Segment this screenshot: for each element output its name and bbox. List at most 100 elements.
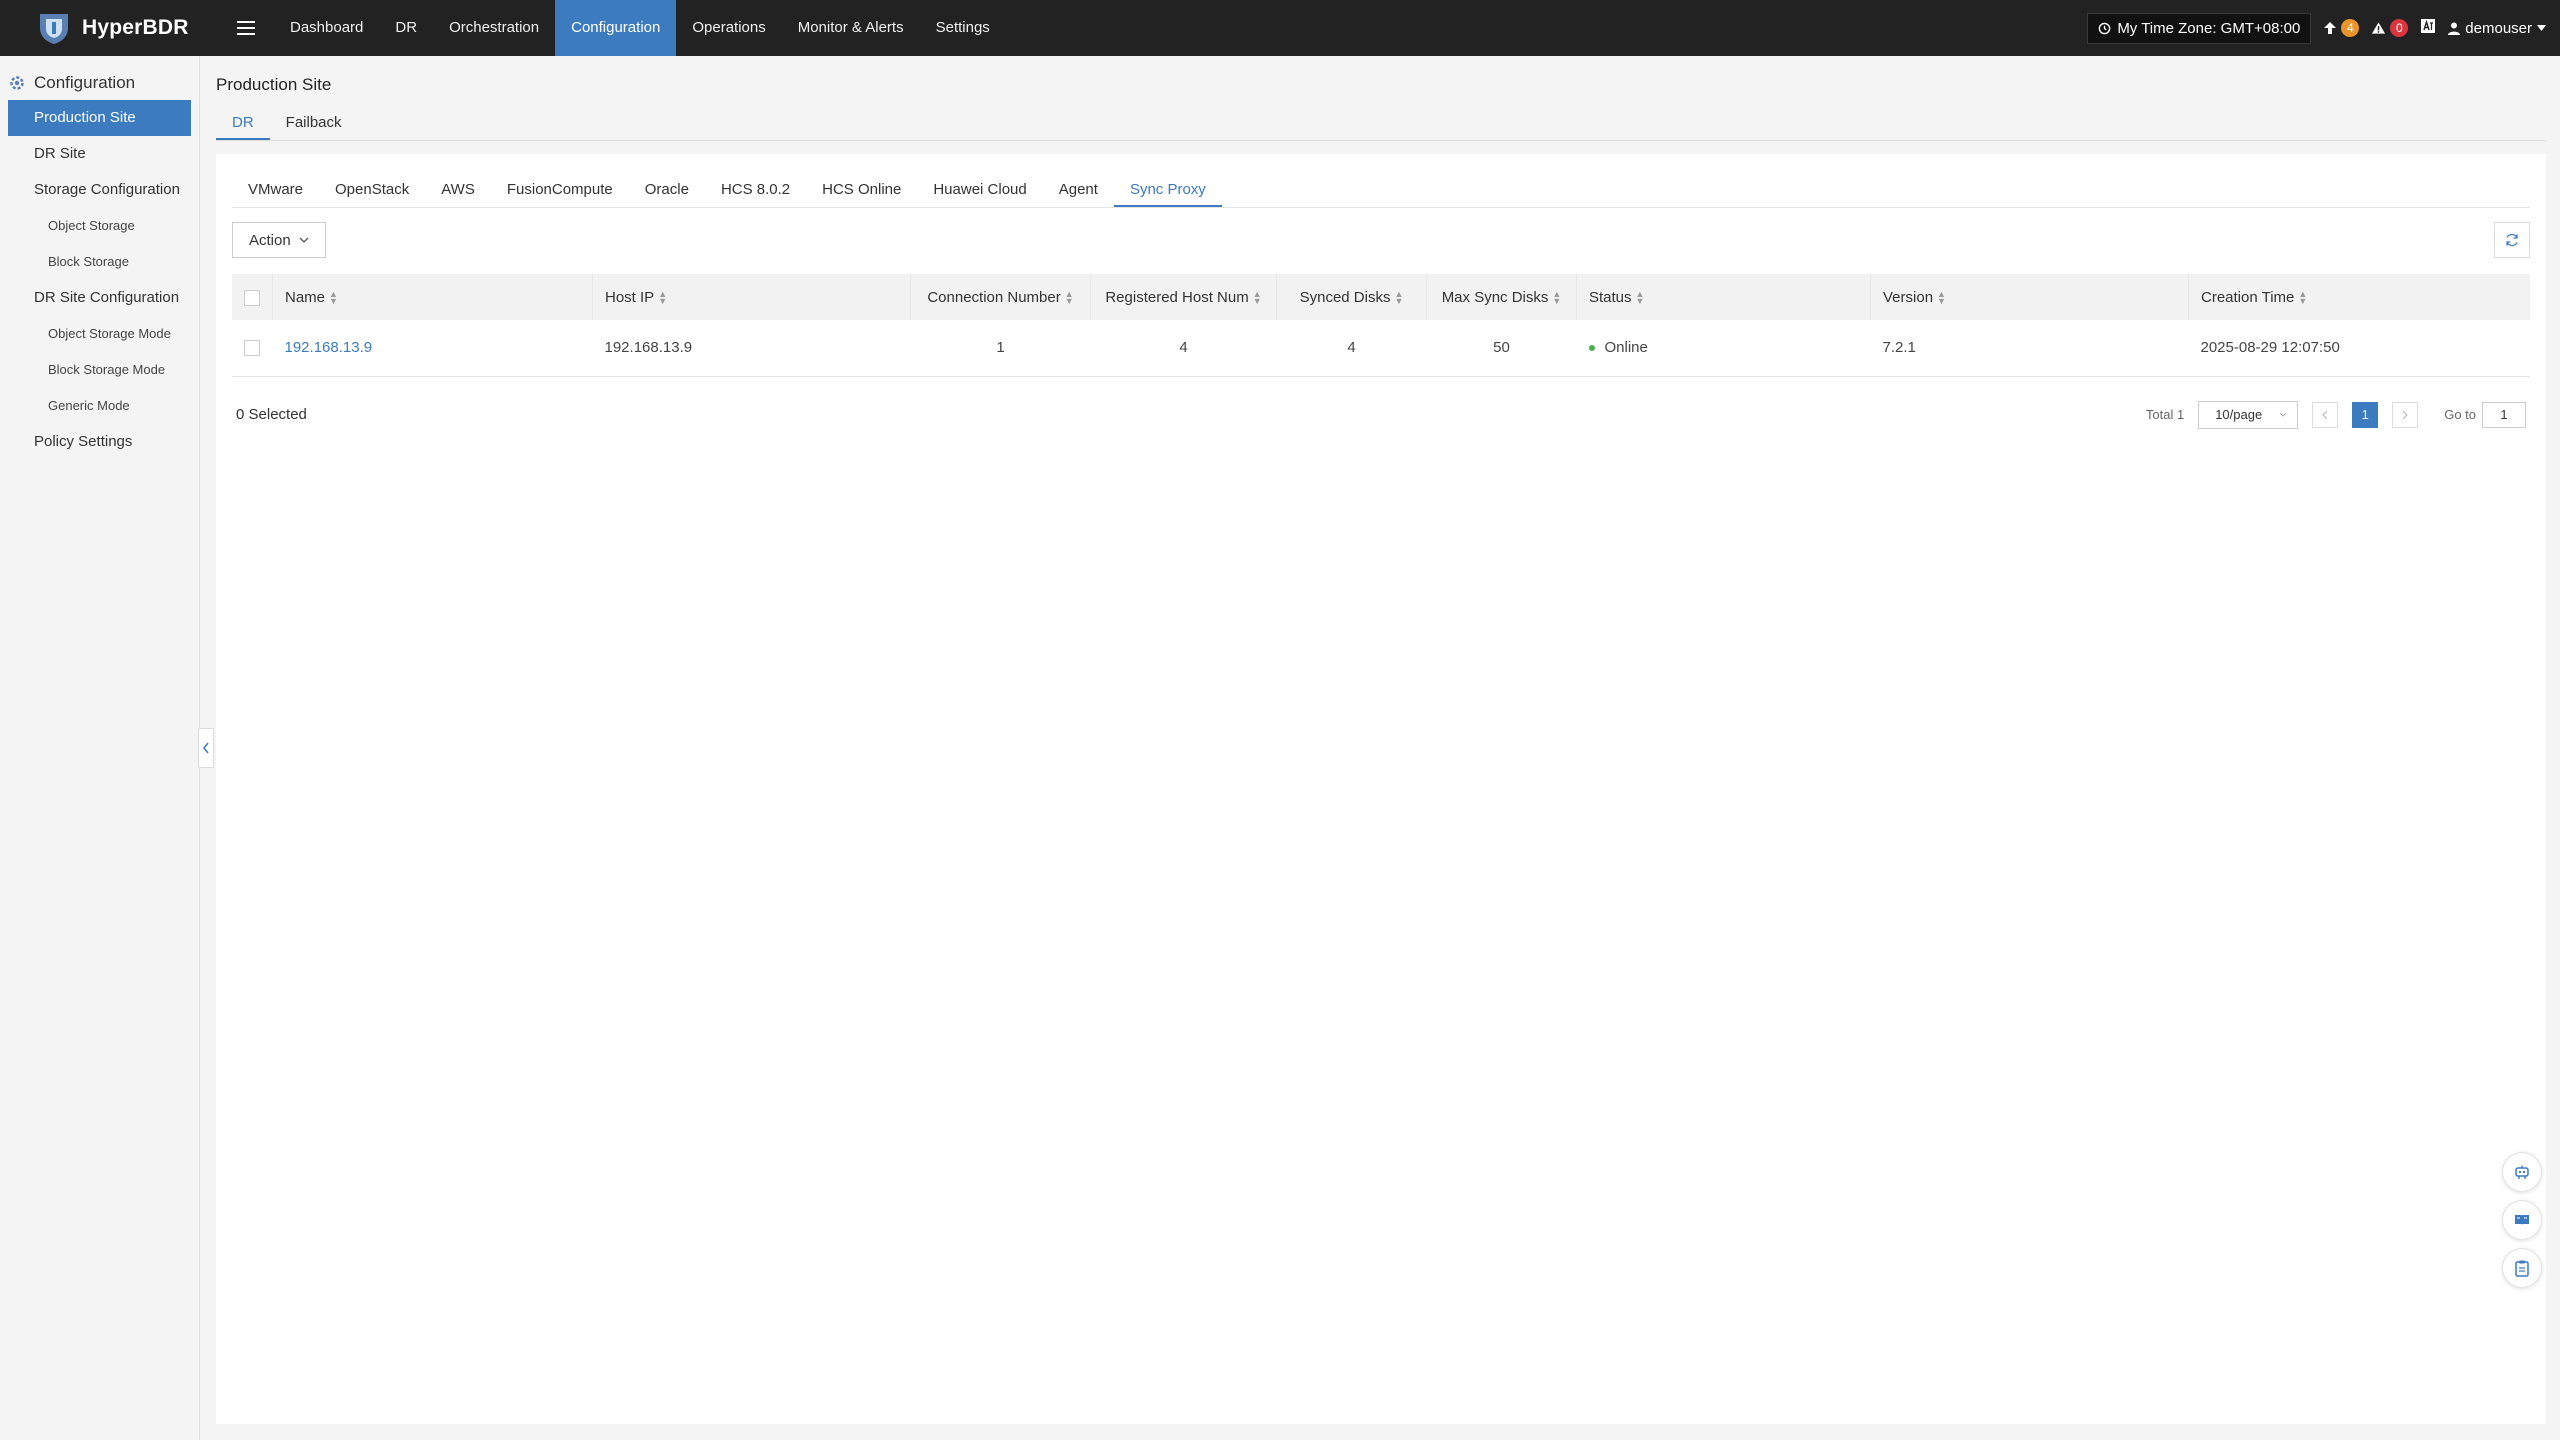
select-all-checkbox[interactable] (244, 289, 260, 306)
alert-count-badge: 0 (2390, 19, 2409, 37)
sidebar-item-object-storage[interactable]: Object Storage (8, 208, 191, 244)
sort-icon: ▲ ▼ (1937, 288, 1946, 306)
tab-hcs-online[interactable]: HCS Online (806, 181, 917, 207)
nav-monitor-alerts[interactable]: Monitor & Alerts (782, 0, 920, 56)
tab-fusioncompute[interactable]: FusionCompute (491, 181, 629, 207)
sidebar-item-generic-mode[interactable]: Generic Mode (8, 388, 191, 424)
sidebar-header: Configuration (0, 56, 199, 100)
tab-failback[interactable]: Failback (270, 111, 358, 140)
assistant-button[interactable] (2502, 1152, 2542, 1192)
sidebar-item-policy-settings[interactable]: Policy Settings (8, 424, 191, 460)
nav-dashboard[interactable]: Dashboard (274, 0, 379, 56)
nav-orchestration[interactable]: Orchestration (433, 0, 555, 56)
upload-tasks-button[interactable]: 4 (2323, 19, 2360, 37)
timezone-display[interactable]: My Time Zone: GMT+08:00 (2087, 12, 2312, 44)
timezone-label: My Time Zone: GMT+08:00 (2117, 19, 2301, 37)
arrow-up-icon (2324, 22, 2337, 34)
total-count: Total 1 (2145, 407, 2185, 422)
sort-icon: ▲ ▼ (1394, 288, 1404, 306)
column-max-sync-disks[interactable]: Max Sync Disks ▲ ▼ (1426, 274, 1577, 320)
alerts-button[interactable]: 0 (2371, 19, 2409, 37)
clipboard-button[interactable] (2502, 1248, 2542, 1288)
chevron-left-icon (2322, 410, 2328, 419)
caret-down-icon (2537, 25, 2546, 31)
cell-status: Online (1576, 320, 1871, 377)
sidebar-item-block-storage[interactable]: Block Storage (8, 244, 191, 280)
user-menu[interactable]: demouser (2448, 20, 2546, 37)
action-dropdown-button[interactable]: Action (232, 222, 326, 258)
action-label: Action (249, 231, 291, 249)
column-synced-disks[interactable]: Synced Disks ▲ ▼ (1276, 274, 1427, 320)
language-button[interactable] (2420, 18, 2436, 38)
nav-dr[interactable]: DR (379, 0, 433, 56)
sidebar-item-dr-site-configuration[interactable]: DR Site Configuration (8, 280, 191, 316)
column-creation-time[interactable]: Creation Time ▲ ▼ (2189, 274, 2531, 320)
page-title: Production Site (216, 75, 332, 94)
tab-oracle[interactable]: Oracle (629, 181, 705, 207)
prev-page-button[interactable] (2312, 401, 2339, 428)
next-page-button[interactable] (2392, 401, 2419, 428)
cell-max-sync-disks: 50 (1426, 320, 1577, 377)
sort-icon: ▲ ▼ (2298, 288, 2308, 306)
select-all-cell (232, 274, 273, 320)
column-version[interactable]: Version ▲ ▼ (1870, 274, 2189, 320)
nav-operations[interactable]: Operations (676, 0, 781, 56)
sort-icon: ▲ ▼ (658, 288, 668, 306)
tab-agent[interactable]: Agent (1043, 181, 1114, 207)
sort-icon: ▲ ▼ (1635, 288, 1645, 306)
column-name[interactable]: Name ▲ ▼ (272, 274, 593, 320)
chevron-down-icon (299, 237, 309, 243)
app-logo[interactable]: HyperBDR (0, 0, 200, 56)
manual-button[interactable] (2502, 1200, 2542, 1240)
status-dot-icon (1588, 345, 1595, 352)
tab-openstack[interactable]: OpenStack (319, 181, 425, 207)
nav-configuration[interactable]: Configuration (555, 0, 677, 56)
sort-icon: ▲ ▼ (1064, 288, 1074, 306)
page-size-select[interactable]: 10/page (2198, 400, 2299, 429)
refresh-icon (2506, 233, 2518, 247)
cell-registered-host-num: 4 (1090, 320, 1277, 377)
chevron-down-icon (2279, 412, 2287, 417)
nav-settings[interactable]: Settings (920, 0, 1006, 56)
cell-version: 7.2.1 (1870, 320, 2189, 377)
page-number-current[interactable]: 1 (2352, 401, 2379, 428)
sidebar-collapse-button[interactable] (198, 728, 214, 768)
status-text: Online (1604, 339, 1648, 357)
upload-count-badge: 4 (2341, 19, 2360, 37)
table-footer: 0 Selected Total 1 10/page 1 Go to 1 (232, 400, 2530, 429)
sort-icon: ▲ ▼ (1252, 288, 1262, 306)
tab-vmware[interactable]: VMware (232, 181, 319, 207)
tab-huawei-cloud[interactable]: Huawei Cloud (917, 181, 1042, 207)
user-icon (2448, 22, 2461, 35)
menu-toggle-button[interactable] (218, 0, 274, 56)
top-navigation-bar: HyperBDR Dashboard DR Orchestration Conf… (0, 0, 2560, 56)
top-right-tools: My Time Zone: GMT+08:00 4 0 demouser (2087, 0, 2560, 56)
sidebar-item-object-storage-mode[interactable]: Object Storage Mode (8, 316, 191, 352)
refresh-button[interactable] (2494, 222, 2530, 258)
sidebar-item-storage-configuration[interactable]: Storage Configuration (8, 172, 191, 208)
goto-label: Go to (2444, 407, 2476, 422)
tab-sync-proxy[interactable]: Sync Proxy (1113, 181, 1222, 207)
column-status[interactable]: Status ▲ ▼ (1576, 274, 1871, 320)
tab-dr[interactable]: DR (216, 111, 270, 140)
column-host-ip[interactable]: Host IP ▲ ▼ (592, 274, 911, 320)
page-size-value: 10/page (2215, 407, 2263, 422)
column-connection-number[interactable]: Connection Number ▲ ▼ (910, 274, 1091, 320)
selected-count: 0 Selected (236, 406, 307, 423)
platform-tabs: VMware OpenStack AWS FusionCompute Oracl… (232, 164, 2530, 208)
row-checkbox[interactable] (244, 340, 260, 357)
app-name: HyperBDR (82, 16, 189, 39)
sidebar-item-dr-site[interactable]: DR Site (8, 136, 191, 172)
tab-aws[interactable]: AWS (425, 181, 491, 207)
goto-page-input[interactable]: 1 (2482, 401, 2526, 428)
sidebar-title: Configuration (34, 73, 136, 92)
tab-hcs-802[interactable]: HCS 8.0.2 (705, 181, 806, 207)
username: demouser (2465, 19, 2532, 37)
sidebar-item-block-storage-mode[interactable]: Block Storage Mode (8, 352, 191, 388)
content-panel: VMware OpenStack AWS FusionCompute Oracl… (216, 154, 2546, 1424)
site-tabs: DR Failback (216, 111, 2546, 141)
proxy-name-link[interactable]: 192.168.13.9 (285, 339, 373, 356)
sidebar-item-production-site[interactable]: Production Site (8, 100, 191, 136)
column-registered-host-num[interactable]: Registered Host Num ▲ ▼ (1090, 274, 1277, 320)
floating-helpers (2502, 1152, 2542, 1288)
